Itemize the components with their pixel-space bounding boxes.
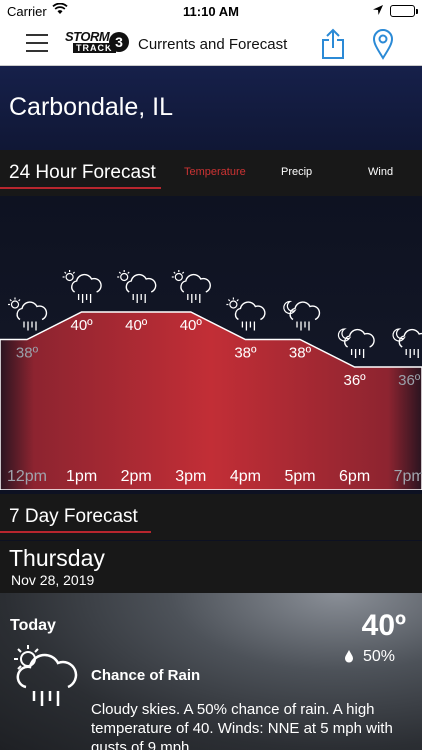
temperature-label: 38º: [16, 345, 39, 362]
temperature-label: 40º: [180, 317, 203, 334]
hourly-forecast-title: 24 Hour Forecast: [9, 162, 156, 183]
section-underline: [0, 187, 161, 189]
battery-icon: [390, 5, 418, 17]
tab-wind[interactable]: Wind: [368, 166, 393, 178]
temperature-label: 38º: [289, 345, 312, 362]
raindrop-icon: [344, 650, 354, 668]
temperature-label: 40º: [125, 317, 148, 334]
hour-tick-label: 7pm: [394, 468, 422, 485]
location-pin-icon[interactable]: [372, 28, 394, 65]
daily-forecast-title: 7 Day Forecast: [9, 506, 138, 527]
day-date: Nov 28, 2019: [11, 572, 95, 588]
day-header: Thursday Nov 28, 2019: [0, 541, 422, 593]
app-screen: Carrier 11:10 AM STORM TRACK 3 Currents …: [0, 0, 422, 750]
hour-tick-label: 3pm: [175, 468, 206, 485]
temperature-label: 40º: [71, 317, 94, 334]
period-label: Today: [10, 617, 56, 634]
location-header: Carbondale, IL: [0, 66, 422, 150]
temperature-chart[interactable]: 38º 12pm 40º 1pm 40º 2pm 40º 3pm 38º 4pm 38º 5pm 36º…: [0, 196, 422, 490]
temperature-label: 36º: [398, 372, 421, 389]
day-of-week: Thursday: [9, 545, 105, 571]
temperature-label: 36º: [344, 372, 367, 389]
status-bar: Carrier 11:10 AM: [0, 0, 422, 22]
today-forecast-card[interactable]: Today 40º 50% Chance of Rain Cloudy skie…: [0, 593, 422, 750]
sun-rain-icon: [14, 645, 80, 712]
tab-temperature[interactable]: Temperature: [184, 166, 246, 178]
clock: 11:10 AM: [183, 4, 239, 19]
page-title: Currents and Forecast: [138, 36, 288, 53]
hour-tick-label: 6pm: [339, 468, 370, 485]
hamburger-menu-icon[interactable]: [26, 34, 48, 52]
location-arrow-icon: [372, 4, 384, 19]
hour-tick-label: 12pm: [7, 468, 47, 485]
hour-tick-label: 1pm: [66, 468, 97, 485]
forecast-description: Cloudy skies. A 50% chance of rain. A hi…: [91, 701, 393, 750]
hour-tick-label: 5pm: [284, 468, 315, 485]
temperature-label: 38º: [234, 345, 257, 362]
high-temperature: 40º: [361, 609, 406, 642]
share-icon[interactable]: [320, 28, 346, 65]
location-name: Carbondale, IL: [9, 93, 174, 121]
chart-svg: 38º 12pm 40º 1pm 40º 2pm 40º 3pm 38º 4pm 38º 5pm 36º…: [0, 196, 422, 490]
precip-chance: 50%: [362, 648, 395, 665]
daily-forecast-header: 7 Day Forecast: [0, 494, 422, 540]
navigation-bar: STORM TRACK 3 Currents and Forecast: [0, 22, 422, 66]
section-underline: [0, 531, 151, 533]
stormtrack-logo: STORM TRACK 3: [65, 29, 129, 57]
hourly-forecast-header: 24 Hour Forecast Temperature Precip Wind: [0, 150, 422, 196]
tab-precip[interactable]: Precip: [281, 166, 312, 178]
condition-label: Chance of Rain: [91, 667, 201, 684]
hour-tick-label: 2pm: [121, 468, 152, 485]
hour-tick-label: 4pm: [230, 468, 261, 485]
